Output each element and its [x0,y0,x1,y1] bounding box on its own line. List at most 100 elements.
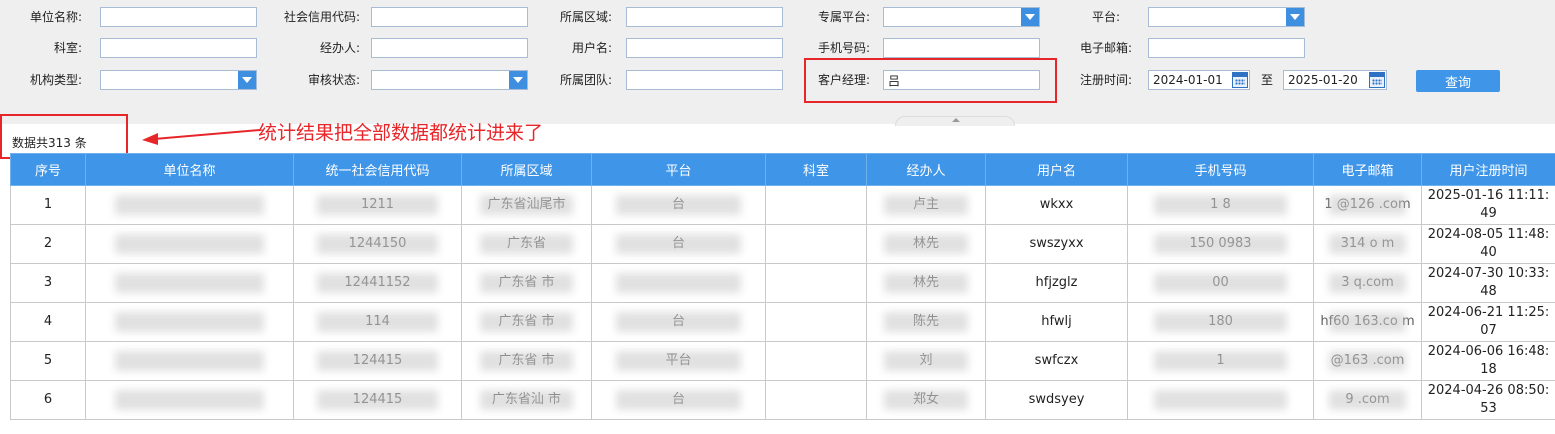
calendar-icon[interactable] [1369,72,1385,88]
table-row[interactable]: 5 124415 广东省 市 平台 刘 swfczx 1 @163 .com 2024-06-0… [10,341,1555,381]
department-input[interactable] [100,38,257,58]
chevron-down-icon[interactable] [1021,8,1039,26]
table-row[interactable]: 6 124415 广东省汕 市 台 郑女 swdsyey 9 .com 2024-04-26 … [10,380,1555,420]
column-header: 所属区域 [461,153,592,186]
credit-code-cell: 114 [293,302,462,342]
credit-code-input[interactable] [371,7,528,27]
platform-select[interactable] [1148,7,1305,27]
credit-code-cell-text: 1211 [360,197,395,212]
row-number: 4 [10,302,86,342]
register-time-cell-text: 2024-06-06 16:48:18 [1427,344,1550,377]
register-time-cell: 2024-04-26 08:50:53 [1421,380,1555,420]
column-header: 经办人 [866,153,986,186]
register-time-cell: 2025-01-16 11:11:49 [1421,185,1555,225]
region-cell-text: 广东省 市 [498,275,555,290]
chevron-down-icon[interactable] [238,71,256,89]
email-input[interactable] [1148,38,1305,58]
region-cell: 广东省 市 [461,341,592,381]
row-number: 2 [10,224,86,264]
region-cell: 广东省 [461,224,592,264]
results-table: 序号 单位名称 统一社会信用代码 所属区域 平台 科室 经办人 用户名 手机号码 电子邮箱 用户注册… [10,153,1555,420]
username-cell: swdsyey [985,380,1128,420]
row-number-text: 4 [43,314,53,329]
department-cell [765,302,867,342]
calendar-icon[interactable] [1232,72,1248,88]
table-row[interactable]: 1 1211 广东省汕尾市 台 卢主 wkxx 1 8 1 @126 .com 2025-01-… [10,185,1555,225]
department-cell [765,263,867,303]
column-header: 序号 [10,153,86,186]
annotation-arrow-icon [142,129,261,145]
phone-cell-text: 00 [1212,275,1229,290]
collapse-toggle[interactable] [895,116,1015,126]
register-end-value: 2025-01-20 [1288,73,1358,87]
handler-cell: 郑女 [866,380,986,420]
platform-cell [591,263,766,303]
credit-code-cell-text: 12441152 [344,275,411,290]
department-cell [765,341,867,381]
table-row[interactable]: 4 114 广东省 市 台 陈先 hfwlj 180 hf60 163.co m 2024-06… [10,302,1555,342]
email-cell: 9 .com [1313,380,1422,420]
username-cell: wkxx [985,185,1128,225]
register-start-date[interactable]: 2024-01-01 [1148,70,1250,90]
register-end-date[interactable]: 2025-01-20 [1283,70,1387,90]
register-time-label: 注册时间: [1079,73,1132,87]
platform-cell-text: 平台 [665,353,692,368]
register-time-cell-text: 2024-08-05 11:48:40 [1427,227,1550,260]
row-number: 6 [10,380,86,420]
register-start-value: 2024-01-01 [1153,73,1223,87]
platform-cell: 台 [591,302,766,342]
register-time-cell: 2024-06-21 11:25:07 [1421,302,1555,342]
chevron-down-icon[interactable] [1286,8,1304,26]
phone-cell-text: 1 8 [1210,197,1231,212]
phone-cell [1127,380,1314,420]
team-input[interactable] [626,70,783,90]
handler-cell-text: 卢主 [912,197,939,212]
column-header: 科室 [765,153,867,186]
row-number-text: 3 [43,275,53,290]
handler-cell-text: 刘 [919,353,933,368]
table-row[interactable]: 3 12441152 广东省 市 林先 hfjzglz 00 3 q.com 2024-07-… [10,263,1555,303]
platform-label: 平台: [1091,10,1120,24]
credit-code-cell-text: 114 [365,314,390,329]
column-header: 用户名 [985,153,1128,186]
unit-name-input[interactable] [100,7,257,27]
region-cell: 广东省汕 市 [461,380,592,420]
chevron-down-icon[interactable] [509,71,527,89]
credit-code-cell: 124415 [293,341,462,381]
row-number: 5 [10,341,86,381]
credit-code-cell: 1211 [293,185,462,225]
table-row[interactable]: 2 1244150 广东省 台 林先 swszyxx 150 0983 314 o m 2024… [10,224,1555,264]
unit-name-cell [85,185,294,225]
handler-label: 经办人: [319,41,360,55]
unit-name-cell [85,341,294,381]
column-header: 手机号码 [1127,153,1314,186]
query-button[interactable]: 查询 [1416,70,1500,92]
credit-code-label: 社会信用代码: [283,10,360,24]
audit-status-label: 审核状态: [307,73,360,87]
handler-cell-text: 郑女 [912,392,939,407]
register-time-cell-text: 2025-01-16 11:11:49 [1427,188,1550,221]
region-input[interactable] [626,7,783,27]
row-number: 1 [10,185,86,225]
phone-cell-text: 1 [1216,353,1225,368]
region-cell: 广东省汕尾市 [461,185,592,225]
email-cell-text: hf60 163.co m [1320,314,1415,329]
username-cell-text: wkxx [1039,197,1074,212]
phone-input[interactable] [883,38,1040,58]
exclusive-platform-select[interactable] [883,7,1040,27]
audit-status-select[interactable] [371,70,528,90]
org-type-select[interactable] [100,70,257,90]
column-header: 用户注册时间 [1421,153,1555,186]
date-range-separator: 至 [1260,73,1273,87]
org-type-label: 机构类型: [29,73,82,87]
handler-input[interactable] [371,38,528,58]
credit-code-cell-text: 124415 [352,353,403,368]
column-header: 统一社会信用代码 [293,153,462,186]
register-time-cell: 2024-07-30 10:33:48 [1421,263,1555,303]
username-cell-text: swfczx [1034,353,1079,368]
column-header: 平台 [591,153,766,186]
unit-name-cell [85,380,294,420]
email-cell-text: 314 o m [1340,236,1395,251]
username-input[interactable] [626,38,783,58]
handler-cell: 陈先 [866,302,986,342]
